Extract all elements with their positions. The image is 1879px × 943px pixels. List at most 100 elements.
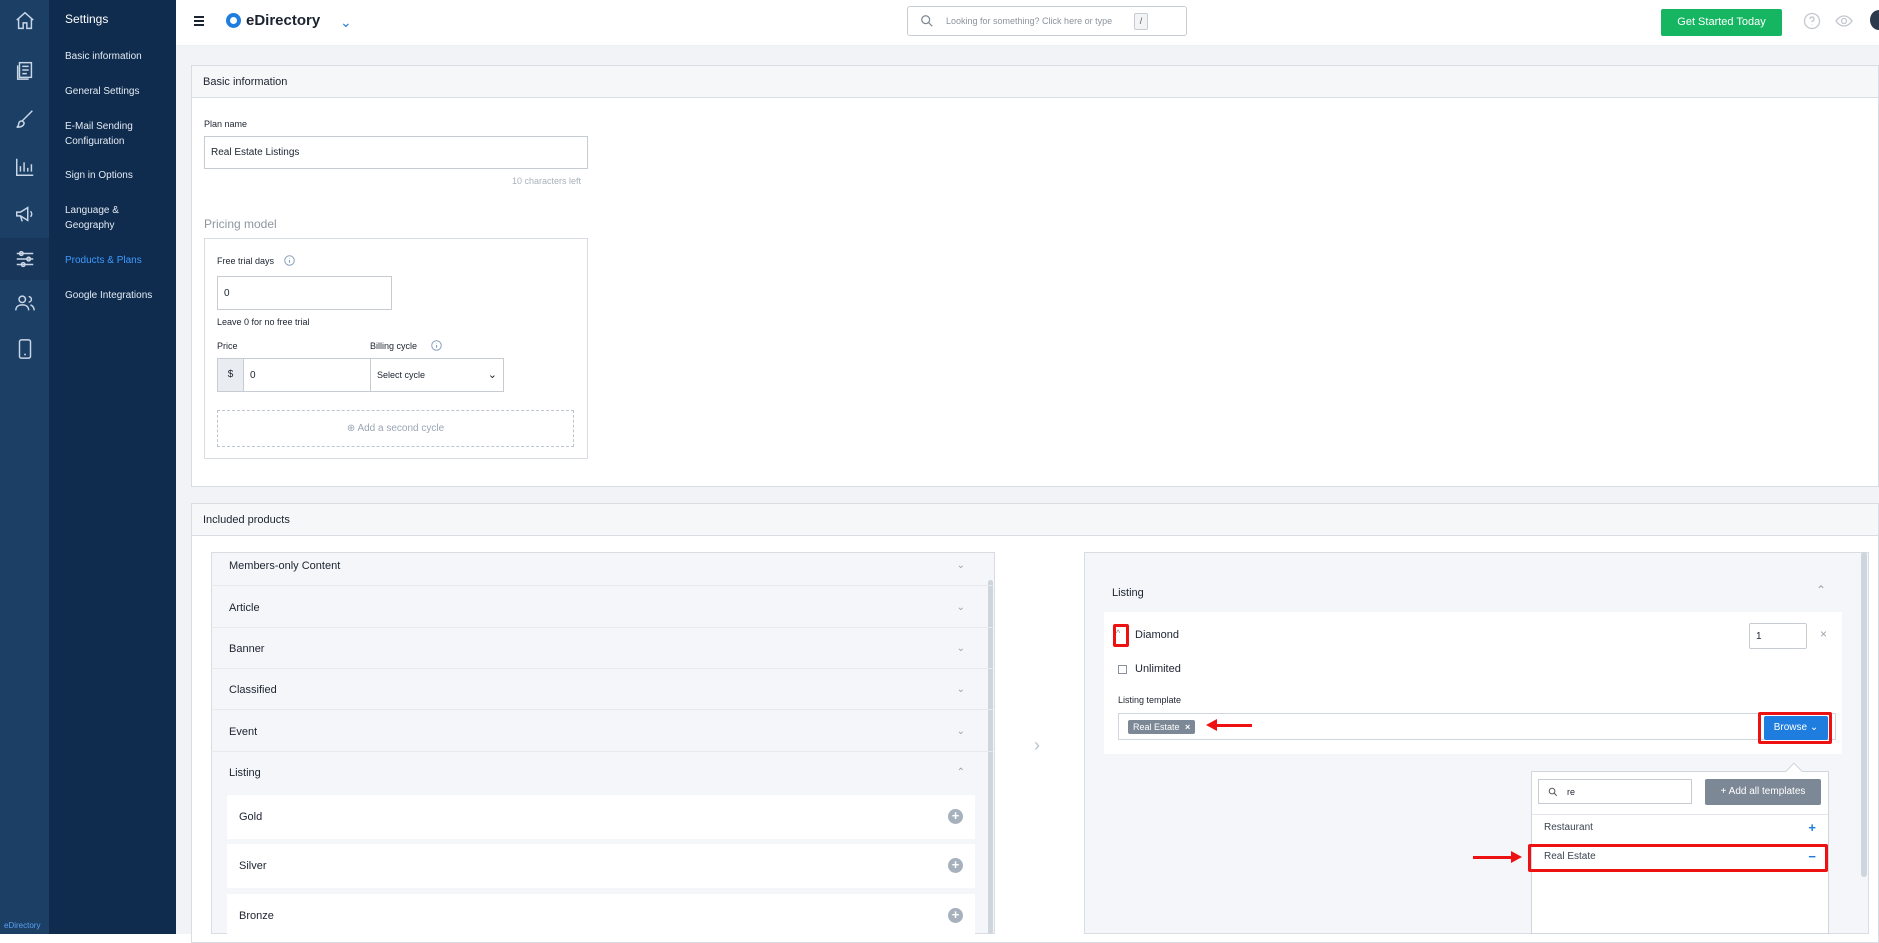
app-logo[interactable]: eDirectory bbox=[226, 12, 320, 29]
selected-scrollbar[interactable] bbox=[1861, 552, 1867, 877]
add-second-cycle-button[interactable]: ⊕ Add a second cycle bbox=[217, 410, 574, 447]
chevron-down-icon: ⌄ bbox=[487, 369, 497, 381]
menu-icon[interactable] bbox=[194, 16, 204, 26]
brush-icon[interactable] bbox=[0, 98, 49, 140]
billing-cycle-value: Select cycle bbox=[377, 370, 426, 380]
product-article[interactable]: Article ⌄ bbox=[211, 588, 995, 628]
free-trial-input[interactable]: 0 bbox=[217, 276, 392, 310]
logo-icon bbox=[226, 13, 241, 28]
search-icon bbox=[1548, 787, 1558, 797]
level-label: Gold bbox=[239, 811, 263, 823]
basic-information-title: Basic information bbox=[192, 66, 1878, 98]
pricing-model-box: Free trial days 0 Leave 0 for no free tr… bbox=[204, 238, 588, 459]
chevron-down-icon: ⌄ bbox=[956, 726, 965, 737]
search-shortcut-key: / bbox=[1134, 13, 1148, 30]
add-second-cycle-label: Add a second cycle bbox=[357, 423, 445, 434]
free-trial-label: Free trial days bbox=[217, 256, 275, 266]
add-icon[interactable]: + bbox=[948, 809, 963, 824]
product-banner[interactable]: Banner ⌄ bbox=[211, 629, 995, 669]
product-label: Classified bbox=[229, 684, 277, 696]
listing-template-label: Listing template bbox=[1118, 695, 1182, 705]
add-icon[interactable]: + bbox=[948, 908, 963, 923]
add-icon[interactable]: + bbox=[948, 858, 963, 873]
chevron-down-icon: ⌄ bbox=[956, 560, 965, 571]
plan-name-label: Plan name bbox=[204, 119, 248, 129]
app-name: eDirectory bbox=[246, 12, 321, 29]
chevron-up-icon: ⌃ bbox=[956, 767, 965, 778]
pages-icon[interactable] bbox=[0, 49, 49, 91]
highlight-browse-button bbox=[1758, 712, 1832, 744]
price-label: Price bbox=[217, 341, 238, 351]
top-bar: eDirectory ⌄ Looking for something? Clic… bbox=[176, 0, 1879, 46]
chevron-up-icon[interactable]: ⌃ bbox=[1816, 583, 1826, 597]
reports-icon[interactable] bbox=[0, 146, 49, 188]
level-label: Bronze bbox=[239, 910, 274, 922]
listing-level-silver[interactable]: Silver + bbox=[227, 844, 975, 888]
chevron-down-icon: ⌄ bbox=[956, 684, 965, 695]
mobile-icon[interactable] bbox=[0, 328, 49, 370]
product-members-only-content[interactable]: Members-only Content ⌄ bbox=[211, 546, 995, 586]
brand-label: eDirectory bbox=[4, 921, 41, 930]
option-label: Restaurant bbox=[1544, 822, 1593, 833]
pricing-model-title: Pricing model bbox=[204, 217, 277, 231]
sidebar-item-language-geography[interactable]: Language & Geography bbox=[65, 203, 170, 233]
price-input[interactable]: 0 bbox=[243, 358, 384, 392]
template-option-restaurant[interactable]: Restaurant + bbox=[1532, 815, 1828, 841]
preview-eye-icon[interactable] bbox=[1835, 12, 1853, 30]
product-label: Article bbox=[229, 602, 260, 614]
listing-level-bronze[interactable]: Bronze + bbox=[227, 894, 975, 938]
template-search-input[interactable]: re bbox=[1538, 779, 1692, 804]
characters-left: 10 characters left bbox=[512, 176, 582, 186]
sidebar-item-basic-information[interactable]: Basic information bbox=[65, 49, 170, 64]
template-tag: Real Estate × bbox=[1128, 720, 1196, 734]
add-all-templates-button[interactable]: + Add all templates bbox=[1705, 779, 1821, 805]
remove-icon[interactable]: × bbox=[1820, 627, 1827, 641]
product-classified[interactable]: Classified ⌄ bbox=[211, 670, 995, 710]
megaphone-icon[interactable] bbox=[0, 193, 49, 235]
currency-addon: $ bbox=[217, 358, 244, 392]
product-listing[interactable]: Listing ⌃ bbox=[211, 753, 995, 793]
level-name: Diamond bbox=[1135, 629, 1180, 641]
sidebar-title: Settings bbox=[65, 12, 109, 26]
settings-sliders-icon[interactable] bbox=[0, 238, 49, 280]
add-icon[interactable]: + bbox=[1808, 815, 1816, 841]
highlight-real-estate-option bbox=[1528, 844, 1828, 872]
settings-sidebar: Settings Basic information General Setti… bbox=[49, 0, 176, 934]
highlight-collapse-toggle bbox=[1113, 624, 1129, 647]
plan-name-input[interactable]: Real Estate Listings bbox=[204, 136, 588, 169]
product-label: Members-only Content bbox=[229, 560, 341, 572]
sidebar-item-google-integrations[interactable]: Google Integrations bbox=[65, 288, 170, 303]
search-box[interactable]: Looking for something? Click here or typ… bbox=[907, 6, 1187, 36]
icon-rail: eDirectory bbox=[0, 0, 49, 934]
unlimited-label: Unlimited bbox=[1135, 663, 1181, 675]
get-started-button[interactable]: Get Started Today bbox=[1661, 9, 1782, 36]
chevron-down-icon[interactable]: ⌄ bbox=[340, 14, 352, 31]
avatar[interactable] bbox=[1870, 10, 1879, 30]
product-event[interactable]: Event ⌄ bbox=[211, 712, 995, 752]
help-icon[interactable] bbox=[1803, 12, 1821, 30]
quantity-input[interactable]: 1 bbox=[1749, 623, 1807, 649]
sidebar-item-general-settings[interactable]: General Settings bbox=[65, 84, 170, 99]
template-tag-label: Real Estate bbox=[1133, 722, 1180, 732]
listing-level-gold[interactable]: Gold + bbox=[227, 795, 975, 839]
sidebar-item-sign-in-options[interactable]: Sign in Options bbox=[65, 168, 170, 183]
users-icon[interactable] bbox=[0, 282, 49, 324]
level-label: Silver bbox=[239, 860, 267, 872]
unlimited-checkbox[interactable] bbox=[1118, 665, 1127, 674]
info-icon[interactable] bbox=[284, 255, 295, 266]
selected-group-title: Listing bbox=[1112, 587, 1144, 599]
chevron-down-icon: ⌄ bbox=[956, 643, 965, 654]
search-icon bbox=[921, 15, 933, 27]
basic-information-panel: Basic information Plan name Real Estate … bbox=[191, 65, 1879, 487]
sidebar-item-products-plans[interactable]: Products & Plans bbox=[65, 253, 170, 268]
info-icon[interactable] bbox=[431, 340, 442, 351]
home-icon[interactable] bbox=[0, 0, 49, 42]
billing-cycle-label: Billing cycle bbox=[370, 341, 418, 351]
template-search-value: re bbox=[1567, 786, 1576, 797]
billing-cycle-select[interactable]: Select cycle ⌄ bbox=[370, 358, 504, 392]
plus-circle-icon: ⊕ bbox=[346, 423, 358, 434]
search-placeholder: Looking for something? Click here or typ… bbox=[946, 16, 1113, 26]
annotation-arrow bbox=[1473, 851, 1522, 863]
tag-remove-icon[interactable]: × bbox=[1185, 722, 1190, 732]
sidebar-item-email-sending[interactable]: E-Mail Sending Configuration bbox=[65, 119, 170, 149]
